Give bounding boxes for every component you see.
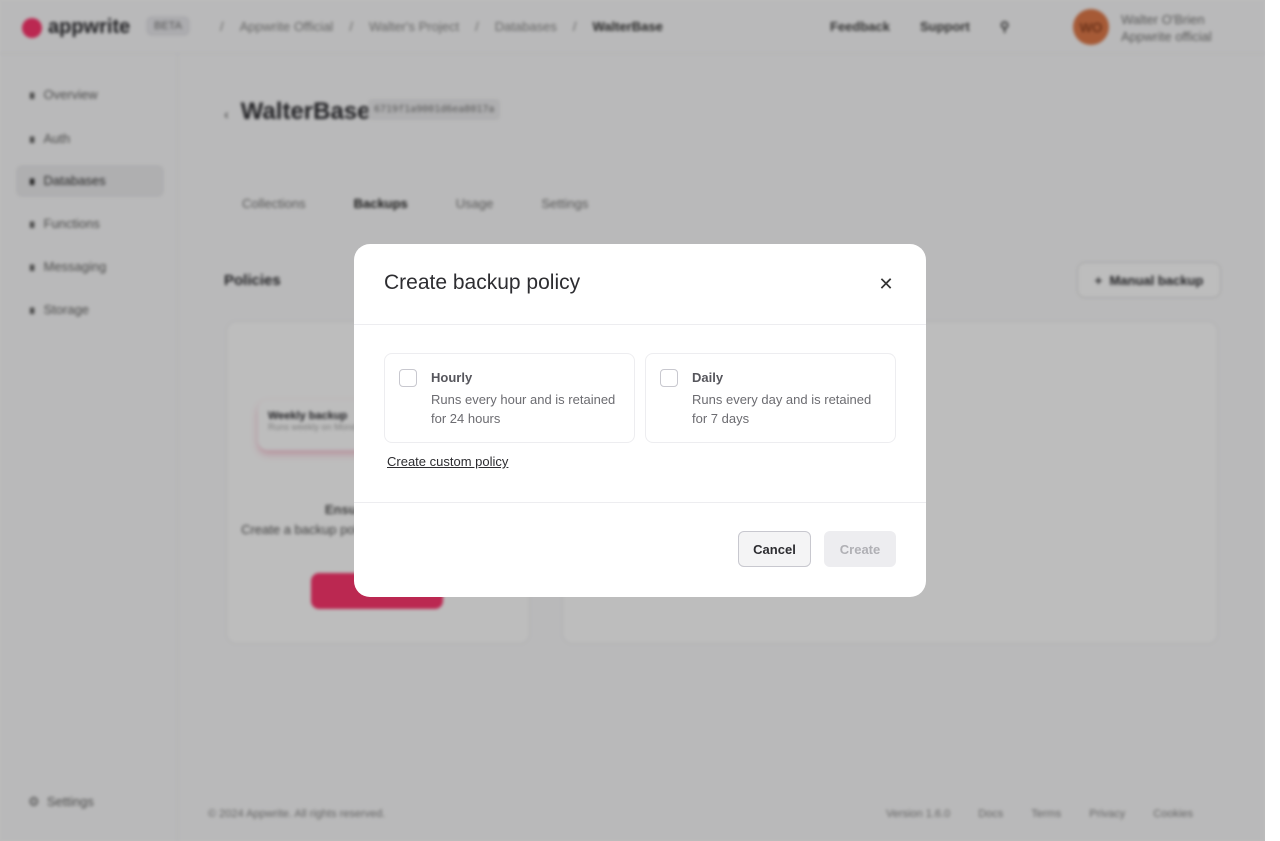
- create-button[interactable]: Create: [824, 531, 896, 567]
- option-name: Daily: [692, 370, 724, 385]
- scrollbar[interactable]: [1265, 0, 1280, 841]
- create-custom-policy-link[interactable]: Create custom policy: [387, 454, 508, 469]
- option-hourly[interactable]: Hourly Runs every hour and is retained f…: [384, 353, 635, 443]
- divider: [354, 502, 926, 503]
- divider: [354, 324, 926, 325]
- modal-title: Create backup policy: [384, 271, 581, 294]
- hourly-checkbox[interactable]: [399, 369, 417, 387]
- daily-checkbox[interactable]: [660, 369, 678, 387]
- option-description: Runs every hour and is retained for 24 h…: [431, 392, 616, 426]
- create-backup-policy-modal: Create backup policy ✕ Hourly Runs every…: [354, 244, 926, 597]
- close-icon[interactable]: ✕: [876, 274, 896, 294]
- option-daily[interactable]: Daily Runs every day and is retained for…: [645, 353, 896, 443]
- option-name: Hourly: [431, 370, 473, 385]
- option-description: Runs every day and is retained for 7 day…: [692, 392, 872, 426]
- cancel-button[interactable]: Cancel: [738, 531, 811, 567]
